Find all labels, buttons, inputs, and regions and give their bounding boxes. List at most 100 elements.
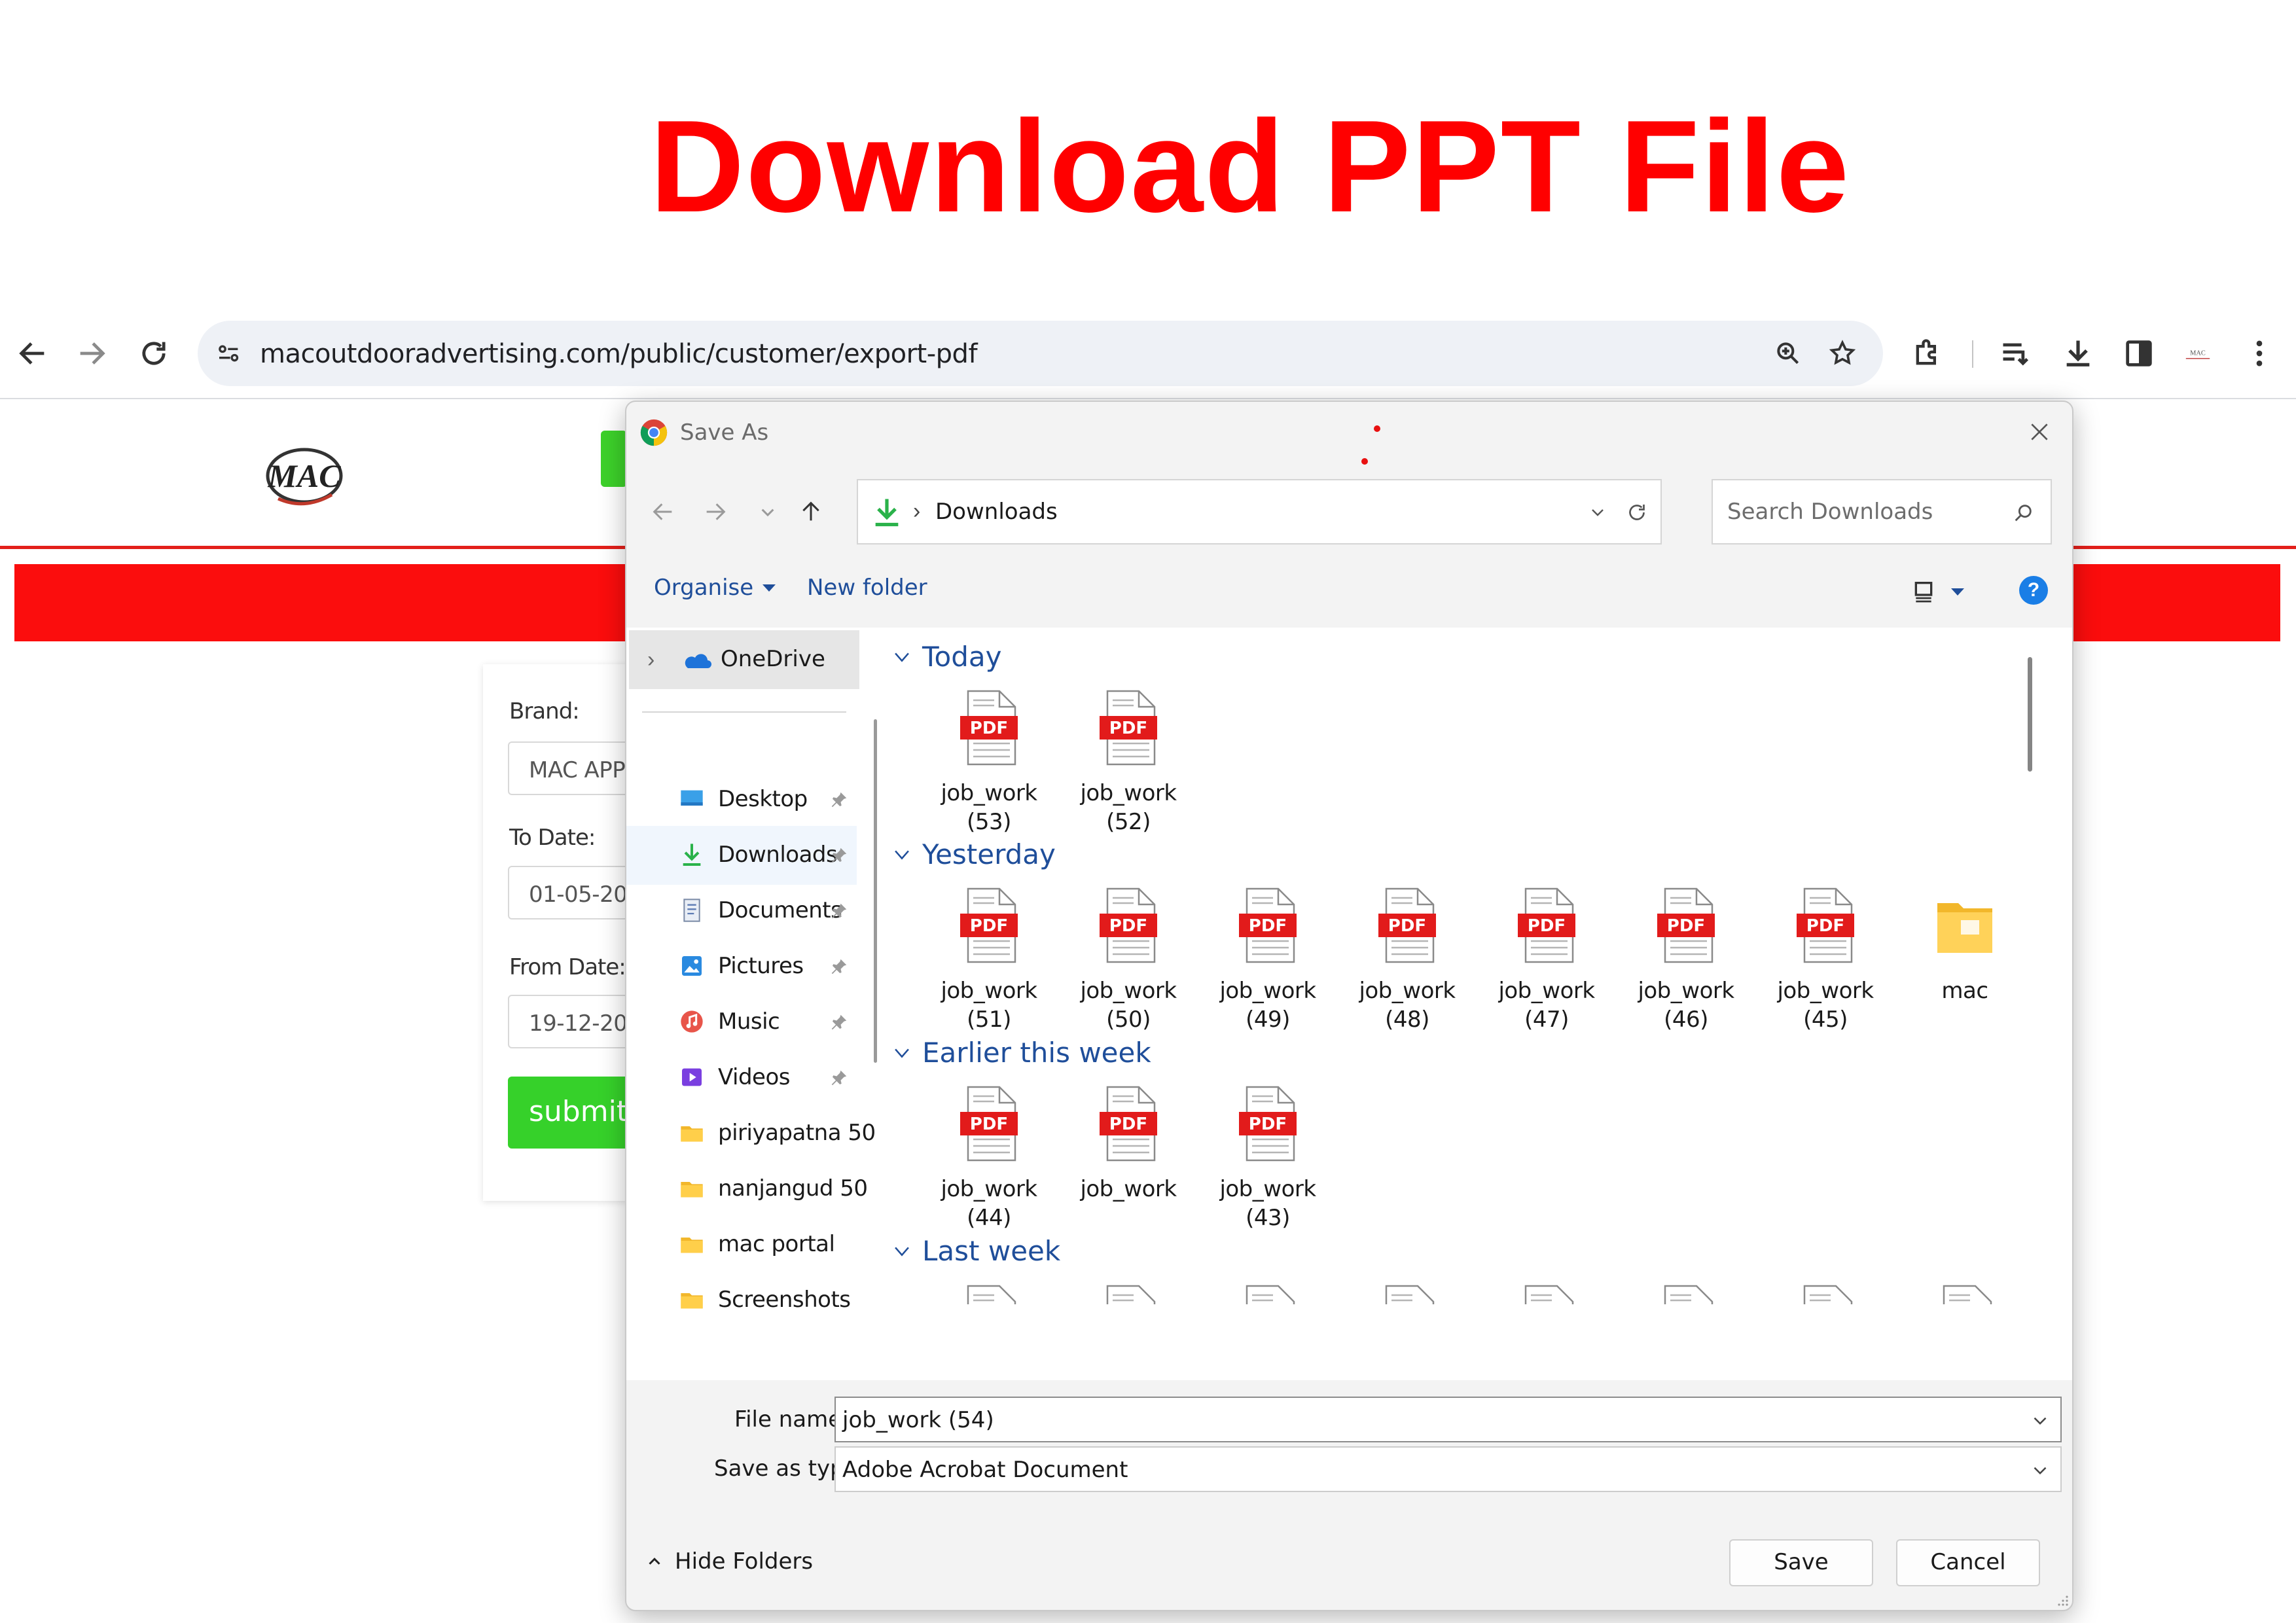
refresh-icon[interactable] [1621,496,1653,529]
pin-icon[interactable] [829,846,849,865]
reload-icon[interactable] [128,327,180,380]
pdf-file-icon[interactable] [1098,1285,1158,1304]
pdf-file-icon: PDF [1100,887,1157,963]
expand-chevron-icon[interactable]: › [647,647,655,673]
search-input[interactable]: Search Downloads [1712,479,2052,544]
file-item[interactable]: PDF job_work (43) [1202,1086,1333,1302]
extensions-icon[interactable] [1901,327,1954,380]
address-bar[interactable]: macoutdooradvertising.com/public/custome… [198,321,1883,386]
download-icon[interactable] [2052,327,2104,380]
profile-icon[interactable]: MAC [2172,327,2224,380]
pdf-file-icon[interactable] [1377,1285,1437,1304]
site-logo-text: MAC [267,457,341,494]
site-info-icon[interactable] [209,334,249,373]
save-button[interactable]: Save [1729,1539,1873,1586]
nav-item-label: Screenshots [718,1287,851,1313]
reading-list-icon[interactable] [1990,327,2042,380]
file-name-line: job_work [1219,1176,1316,1202]
chevron-down-icon[interactable] [747,491,789,533]
group-header[interactable]: Last week [891,1235,1060,1267]
help-icon[interactable]: ? [2019,576,2048,605]
file-item[interactable]: PDF job_work (44) [924,1086,1054,1302]
file-item[interactable]: PDF job_work (51) [924,887,1054,1103]
pin-icon[interactable] [829,901,849,921]
file-name-input[interactable]: job_work (54) [834,1397,2062,1442]
pdf-file-icon[interactable] [959,1285,1019,1304]
file-item[interactable]: PDF job_work [1063,1086,1194,1302]
zoom-icon[interactable] [1768,334,1808,373]
pin-icon[interactable] [829,1068,849,1088]
pdf-file-icon[interactable] [1516,1285,1577,1304]
file-item[interactable]: PDF job_work (53) [924,690,1054,906]
file-item[interactable]: PDF job_work (46) [1621,887,1751,1103]
chevron-down-icon[interactable] [2029,1459,2051,1482]
organise-button[interactable]: Organise [654,575,776,601]
file-name-line: job_work [1080,978,1177,1004]
bookmark-star-icon[interactable] [1823,334,1862,373]
chevron-down-icon[interactable] [1581,496,1614,529]
nav-divider [642,711,846,713]
pdf-file-icon: PDF [1239,1086,1297,1162]
cancel-button[interactable]: Cancel [1896,1539,2040,1586]
save-type-select[interactable]: Adobe Acrobat Document [834,1446,2062,1492]
back-arrow-icon[interactable] [7,327,59,380]
search-icon[interactable] [2007,497,2039,529]
download-icon [875,499,899,527]
file-item[interactable]: PDF job_work (48) [1342,887,1473,1103]
folder-icon[interactable] [1935,1285,1995,1304]
forward-arrow-icon[interactable] [694,491,736,533]
nav-item-music[interactable]: Music [626,993,857,1052]
resize-grip-icon[interactable] [2053,1590,2070,1607]
nav-item-nanjangud-50[interactable]: nanjangud 50 [626,1160,868,1219]
url-text[interactable]: macoutdooradvertising.com/public/custome… [260,339,978,369]
group-header-label: Today [922,641,1002,673]
group-header[interactable]: Earlier this week [891,1037,1151,1069]
nav-item-videos[interactable]: Videos [626,1048,857,1107]
nav-item-screenshots[interactable]: Screenshots [626,1271,857,1330]
group-header[interactable]: Yesterday [891,838,1056,870]
file-item[interactable]: PDF job_work (50) [1063,887,1194,1103]
chevron-down-icon[interactable] [2029,1410,2051,1432]
nav-item-downloads[interactable]: Downloads [626,826,857,885]
hide-folders-button[interactable]: Hide Folders [645,1548,813,1575]
site-logo[interactable]: MAC [259,440,350,512]
pdf-file-icon[interactable] [1656,1285,1716,1304]
nav-item-documents[interactable]: Documents [626,882,857,940]
chevron-up-icon [649,1558,660,1565]
file-name-line: job_work [1638,978,1734,1004]
file-list-scrollbar[interactable] [2028,657,2032,772]
nav-item-desktop[interactable]: Desktop [626,770,857,829]
menu-icon[interactable] [2233,327,2286,380]
site-green-button[interactable] [601,431,627,487]
new-folder-button[interactable]: New folder [807,575,927,601]
folder-item[interactable]: mac [1899,887,2030,1103]
file-item[interactable]: PDF job_work (45) [1760,887,1891,1103]
file-name-line: (46) [1664,1007,1708,1033]
up-arrow-icon[interactable] [790,491,832,533]
file-item[interactable]: PDF job_work (52) [1063,690,1194,906]
breadcrumb[interactable]: Downloads [935,499,1058,525]
pin-icon[interactable] [829,790,849,810]
side-panel-icon[interactable] [2113,327,2165,380]
nav-item-piriyapatna-50[interactable]: piriyapatna 50 [626,1104,876,1163]
pdf-file-icon[interactable] [1238,1285,1298,1304]
close-icon[interactable] [2020,412,2059,452]
nav-item-label: Desktop [718,786,808,812]
pdf-file-icon: PDF [1518,887,1575,963]
nav-item-pictures[interactable]: Pictures [626,937,857,996]
view-options-button[interactable] [1910,571,1976,613]
brand-label: Brand: [509,698,580,724]
location-bar[interactable]: › Downloads [857,479,1662,544]
nav-scrollbar[interactable] [874,719,877,1063]
pin-icon[interactable] [829,957,849,976]
nav-item-mac-portal[interactable]: mac portal [626,1215,857,1274]
pin-icon[interactable] [829,1012,849,1032]
nav-item-onedrive[interactable]: › OneDrive [629,630,859,689]
file-item[interactable]: PDF job_work (47) [1481,887,1612,1103]
pdf-file-icon[interactable] [1795,1285,1856,1304]
forward-arrow-icon[interactable] [65,327,118,380]
group-header[interactable]: Today [891,641,1001,673]
back-arrow-icon[interactable] [642,491,684,533]
file-item[interactable]: PDF job_work (49) [1202,887,1333,1103]
pdf-file-icon: PDF [960,887,1018,963]
